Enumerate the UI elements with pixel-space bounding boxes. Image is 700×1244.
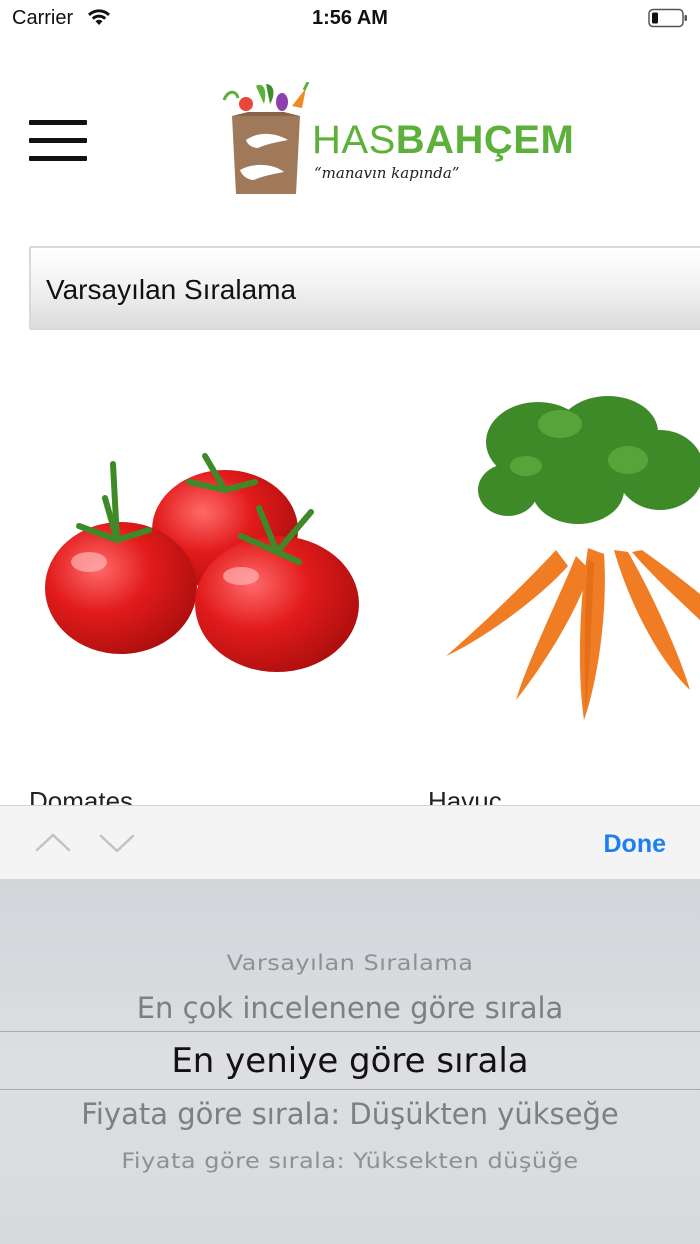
logo-brand: HASBAHÇEM (312, 118, 574, 163)
sort-select-value: Varsayılan Sıralama (46, 274, 297, 305)
picker-option[interactable]: En çok incelenene göre sırala (0, 991, 700, 1025)
picker-toolbar: Done (0, 805, 700, 879)
hamburger-menu-icon[interactable] (29, 118, 87, 162)
logo-brand-part2: BAHÇEM (395, 118, 575, 162)
logo-brand-part1: HAS (312, 118, 396, 162)
picker-selection-bottom-line (0, 1089, 700, 1090)
chevron-up-icon[interactable] (34, 830, 72, 856)
product-card[interactable]: Havuç (428, 380, 700, 816)
picker-option[interactable]: Fiyata göre sırala: Yüksekten düşüğe (0, 1148, 700, 1173)
picker-selection-top-line (0, 1031, 700, 1032)
picker-option[interactable]: Fiyata göre sırala: Düşükten yükseğe (0, 1097, 700, 1131)
sort-select[interactable]: Varsayılan Sıralama (29, 246, 700, 330)
tomatoes-image (45, 453, 359, 672)
carrots-image (446, 396, 700, 720)
battery-icon (648, 8, 687, 28)
status-bar: Carrier 1:56 AM (0, 0, 700, 40)
chevron-down-icon[interactable] (98, 830, 136, 856)
logo-tagline: “manavın kapında” (314, 164, 460, 182)
logo-bag-icon (222, 82, 310, 194)
picker-option-selected[interactable]: En yeniye göre sırala (0, 1041, 700, 1081)
sort-picker[interactable]: Varsayılan Sıralama En çok incelenene gö… (0, 879, 700, 1244)
logo[interactable]: HASBAHÇEM “manavın kapında” (218, 82, 590, 198)
clock: 1:56 AM (312, 7, 388, 29)
done-button[interactable]: Done (604, 830, 667, 859)
picker-option[interactable]: Varsayılan Sıralama (0, 950, 700, 975)
product-card[interactable]: Domates (29, 380, 379, 816)
